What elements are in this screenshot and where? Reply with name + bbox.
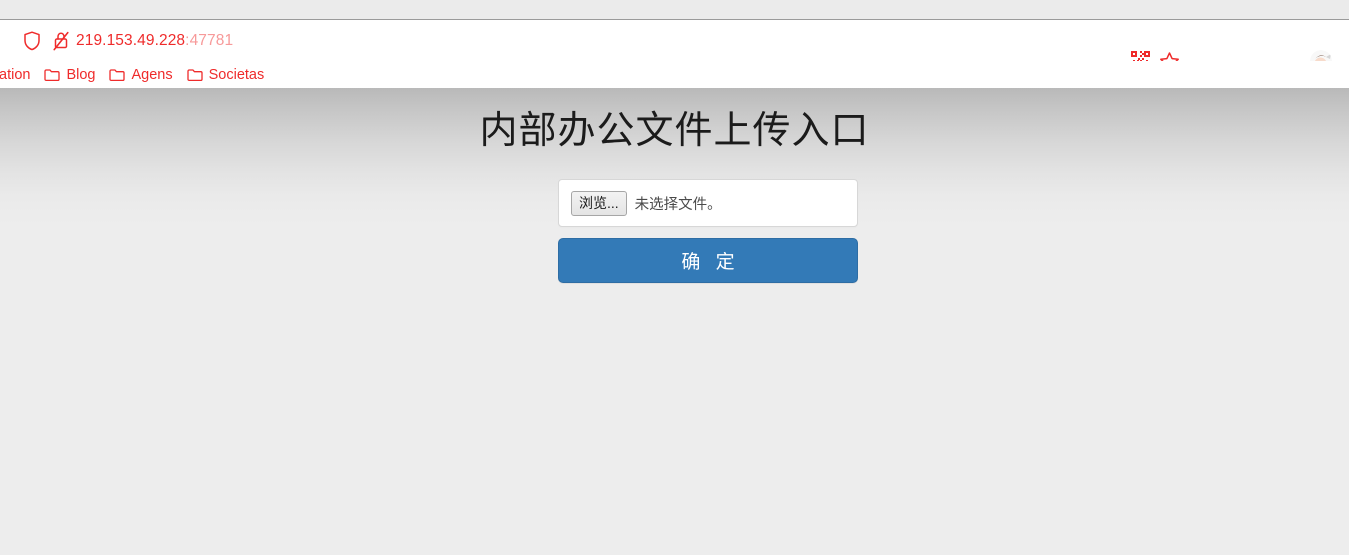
folder-icon <box>44 68 61 82</box>
bookmark-label: Societas <box>208 66 265 83</box>
browse-button[interactable]: 浏览... <box>571 190 627 216</box>
bookmark-label: Blog <box>66 66 96 83</box>
folder-icon <box>186 68 203 82</box>
file-input[interactable]: 浏览... 未选择文件。 <box>558 179 858 227</box>
url-port: :47781 <box>185 32 234 49</box>
bookmark-item-agens[interactable]: Agens <box>103 64 178 86</box>
lock-broken-insecure-icon[interactable] <box>51 30 71 52</box>
shield-icon[interactable] <box>22 30 42 52</box>
bookmark-item-ation[interactable]: ation <box>0 64 36 86</box>
page-title: 内部办公文件上传入口 <box>479 110 870 152</box>
browser-chrome: 219.153.49.228:47781 ation Blog Agens So… <box>0 0 1349 88</box>
bookmarks-bar: ation Blog Agens Societas <box>0 61 1349 88</box>
bookmark-label: ation <box>0 66 31 83</box>
url-host: 219.153.49.228 <box>76 32 186 49</box>
browser-toolbar: 219.153.49.228:47781 <box>0 21 1349 72</box>
file-selection-status: 未选择文件。 <box>634 196 722 213</box>
submit-button[interactable]: 确 定 <box>558 238 858 283</box>
page-content: 内部办公文件上传入口 浏览... 未选择文件。 确 定 <box>0 88 1349 555</box>
folder-icon <box>109 68 126 82</box>
bookmark-item-societas[interactable]: Societas <box>181 64 271 86</box>
tab-strip <box>0 0 1349 20</box>
bookmark-label: Agens <box>131 66 173 83</box>
bookmark-item-blog[interactable]: Blog <box>38 64 101 86</box>
url-bar-text[interactable]: 219.153.49.228:47781 <box>76 29 233 53</box>
upload-form: 浏览... 未选择文件。 确 定 <box>558 179 858 283</box>
